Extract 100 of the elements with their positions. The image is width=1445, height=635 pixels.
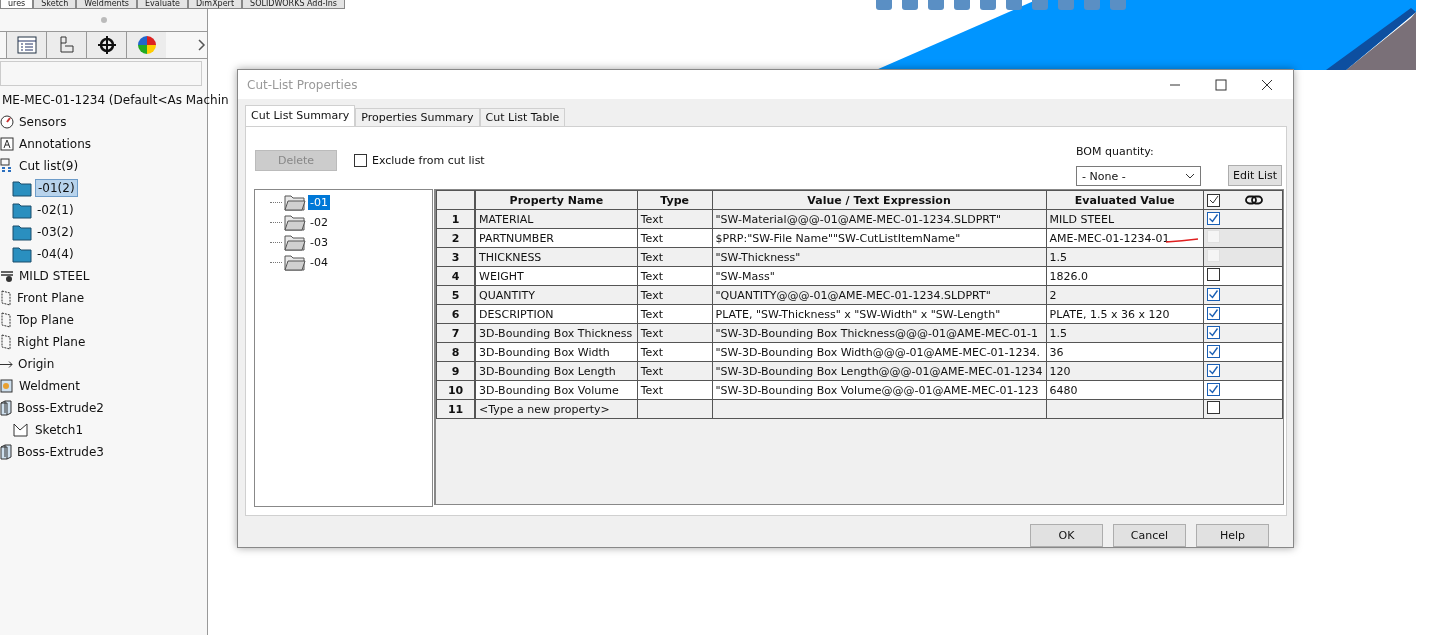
table-cell: PLATE, "SW-Thickness" x "SW-Width" x "SW-Length" xyxy=(715,307,1001,321)
crosshair-icon[interactable] xyxy=(96,35,117,55)
appearance-ball-icon[interactable] xyxy=(136,35,157,55)
table-cell: <Type a new property> xyxy=(479,402,610,416)
table-cell: Text xyxy=(640,364,663,378)
table-cell: "QUANTITY@@@-01@AME-MEC-01-1234.SLDPRT" xyxy=(715,288,991,302)
folder-icon xyxy=(284,233,306,251)
folder-item[interactable]: -02 xyxy=(308,214,330,230)
dialog-button[interactable]: Cancel xyxy=(1113,524,1186,547)
table-cell: 120 xyxy=(1049,364,1071,378)
plane-icon xyxy=(0,312,12,328)
table-cell: MATERIAL xyxy=(479,212,534,226)
maximize-icon[interactable] xyxy=(1215,78,1227,91)
dialog-tab[interactable]: Cut List Summary xyxy=(245,105,356,126)
tree-root[interactable]: ME-MEC-01-1234 (Default<As Machin xyxy=(0,92,231,108)
tree-item[interactable]: Right Plane xyxy=(15,334,88,350)
checkbox[interactable] xyxy=(1206,382,1220,396)
checkbox[interactable] xyxy=(1206,363,1220,377)
tree-item[interactable]: Top Plane xyxy=(15,312,76,328)
tree-item[interactable]: Annotations xyxy=(17,136,94,152)
tree-item[interactable]: Boss-Extrude3 xyxy=(15,444,106,460)
close-icon[interactable] xyxy=(1261,78,1273,91)
table-cell: 3D-Bounding Box Thickness xyxy=(479,326,633,340)
bom-quantity-dropdown[interactable]: - None - xyxy=(1076,166,1201,186)
folder-icon xyxy=(284,253,306,271)
weldment-icon xyxy=(0,378,14,394)
folder-icon xyxy=(12,201,32,219)
tree-item[interactable]: -01(2) xyxy=(35,179,78,197)
link-icon[interactable] xyxy=(1244,195,1263,205)
tree-item[interactable]: Front Plane xyxy=(15,290,87,306)
tree-item[interactable]: -03(2) xyxy=(35,224,76,240)
command-tab[interactable]: SOLIDWORKS Add-Ins xyxy=(242,0,345,9)
folder-icon xyxy=(12,179,32,197)
checkbox-header-icon[interactable] xyxy=(1206,193,1220,207)
checkbox[interactable] xyxy=(1206,287,1220,301)
column-header: Property Name xyxy=(475,190,638,210)
bom-quantity-label: BOM quantity: xyxy=(1076,145,1155,158)
tree-item[interactable]: Sketch1 xyxy=(33,422,86,438)
checkbox[interactable] xyxy=(1206,268,1220,281)
table-cell: 6480 xyxy=(1049,383,1078,397)
table-cell: Text xyxy=(640,250,663,264)
column-header: Type xyxy=(637,190,713,210)
column-header: Value / Text Expression xyxy=(712,190,1047,210)
table-cell: 3D-Bounding Box Width xyxy=(479,345,610,359)
extrude-icon xyxy=(0,400,12,416)
tree-item[interactable]: Origin xyxy=(16,356,57,372)
table-cell: Text xyxy=(640,345,663,359)
splitter-handle[interactable] xyxy=(100,17,107,23)
folder-item[interactable]: -04 xyxy=(308,254,330,270)
edit-list-button[interactable]: Edit List xyxy=(1228,165,1282,186)
dialog-button[interactable]: OK xyxy=(1030,524,1103,547)
plane-icon xyxy=(0,290,12,306)
tree-item[interactable]: Weldment xyxy=(17,378,82,394)
checkbox[interactable] xyxy=(1206,344,1220,358)
property-manager-icon[interactable] xyxy=(16,36,37,54)
tree-item[interactable]: Cut list(9) xyxy=(17,158,81,174)
checkbox[interactable] xyxy=(354,154,367,167)
table-cell: 36 xyxy=(1049,345,1064,359)
table-cell: 3D-Bounding Box Length xyxy=(479,364,616,378)
command-tab[interactable]: Sketch xyxy=(33,0,77,9)
dropdown-caret-icon[interactable] xyxy=(1185,173,1195,179)
table-cell: AME-MEC-01-1234-01 xyxy=(1049,231,1170,245)
table-cell: Text xyxy=(640,269,663,283)
table-cell: "SW-Thickness" xyxy=(715,250,801,264)
table-cell: "SW-3D-Bounding Box Volume@@@-01@AME-MEC-01-123 xyxy=(715,383,1039,397)
checkbox[interactable] xyxy=(1206,325,1220,339)
table-cell: "SW-Mass" xyxy=(715,269,775,283)
table-cell: PARTNUMBER xyxy=(479,231,554,245)
command-tab[interactable]: Weldments xyxy=(76,0,137,9)
table-cell: "SW-3D-Bounding Box Width@@@-01@AME-MEC-01-1234. xyxy=(715,345,1041,359)
table-cell: "SW-3D-Bounding Box Thickness@@@-01@AME-MEC-01-1 xyxy=(715,326,1038,340)
dialog-tab[interactable]: Cut List Table xyxy=(479,108,566,126)
tree-item[interactable]: Boss-Extrude2 xyxy=(15,400,106,416)
table-cell: Text xyxy=(640,212,663,226)
command-tab[interactable]: Evaluate xyxy=(137,0,188,9)
table-cell: 1826.0 xyxy=(1049,269,1089,283)
table-cell: Text xyxy=(640,383,663,397)
table-cell: QUANTITY xyxy=(479,288,535,302)
dialog-tab[interactable]: Properties Summary xyxy=(355,108,480,126)
tree-item[interactable]: -04(4) xyxy=(35,246,76,262)
checkbox[interactable] xyxy=(1206,401,1220,414)
folder-item[interactable]: -03 xyxy=(308,234,330,250)
folder-icon xyxy=(12,223,32,241)
command-tab[interactable]: ures xyxy=(0,0,34,9)
tree-item[interactable]: -02(1) xyxy=(35,202,76,218)
table-cell: 2 xyxy=(1049,288,1057,302)
checkbox[interactable] xyxy=(1206,306,1220,320)
folder-item[interactable]: -01 xyxy=(308,194,330,210)
table-cell: Text xyxy=(640,326,663,340)
checkbox[interactable] xyxy=(1206,211,1220,225)
configuration-icon[interactable] xyxy=(58,36,75,54)
table-cell: THICKNESS xyxy=(479,250,542,264)
chevron-right-icon[interactable] xyxy=(198,39,206,51)
tree-item[interactable]: MILD STEEL xyxy=(17,268,92,284)
filter-field[interactable] xyxy=(0,61,202,86)
command-tab[interactable]: DimXpert xyxy=(187,0,243,9)
tree-item[interactable]: Sensors xyxy=(17,114,69,130)
dialog-button[interactable]: Help xyxy=(1196,524,1269,547)
origin-icon xyxy=(0,360,13,368)
folder-icon xyxy=(284,213,306,231)
